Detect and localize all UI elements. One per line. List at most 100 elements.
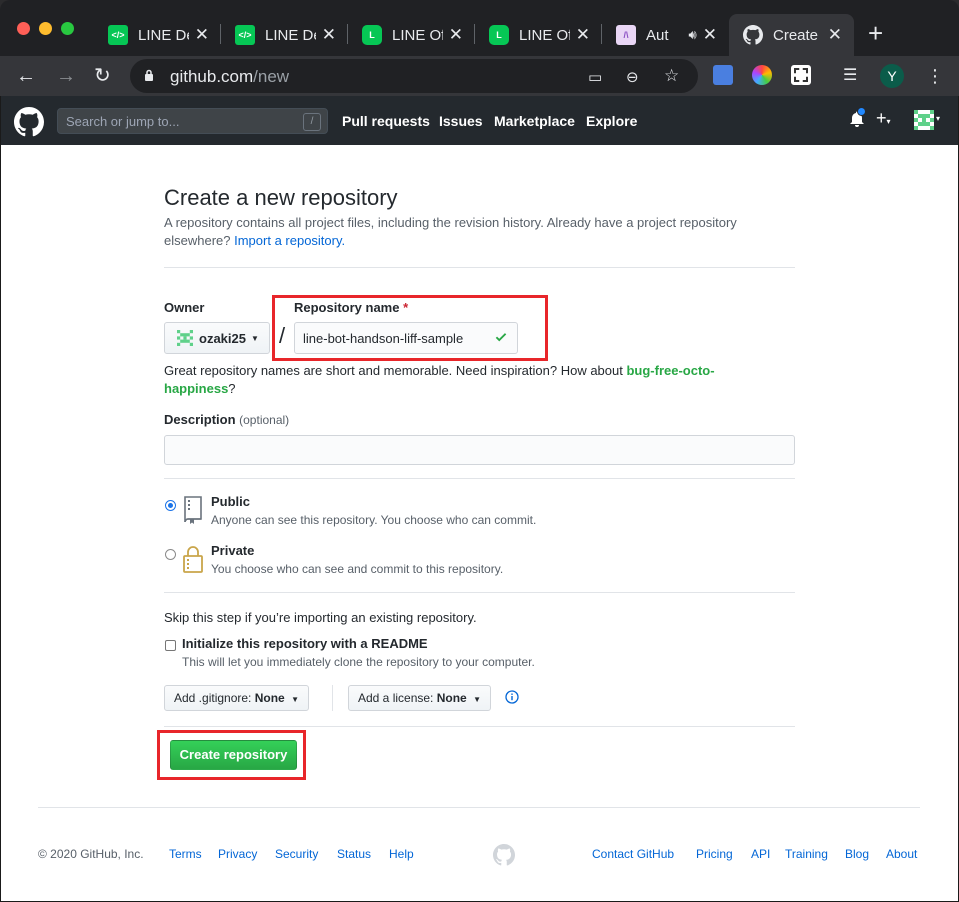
divider-vertical: [332, 685, 333, 711]
repo-name-highlight: [272, 295, 548, 361]
footer-link-blog[interactable]: Blog: [845, 847, 869, 861]
gitignore-select[interactable]: Add .gitignore: None ▼: [164, 685, 309, 711]
page-body: Create a new repository A repository con…: [0, 145, 959, 902]
lock-icon: [145, 69, 153, 81]
footer-link-status[interactable]: Status: [337, 847, 371, 861]
zoom-icon[interactable]: ⊖: [626, 68, 639, 86]
browser-toolbar: ← → ↻ github.com/new ▭ ⊖ ☆ ☰ Y ⋮: [0, 56, 959, 96]
create-button-highlight: [157, 730, 306, 780]
page-subtitle: A repository contains all project files,…: [164, 215, 737, 248]
footer-link-terms[interactable]: Terms: [169, 847, 202, 861]
tab-title: LINE Of: [519, 26, 570, 44]
private-description: You choose who can see and commit to thi…: [211, 562, 504, 576]
notifications-bell-icon[interactable]: [850, 107, 866, 130]
private-radio[interactable]: [165, 549, 176, 560]
nav-issues[interactable]: Issues: [439, 113, 483, 129]
public-description: Anyone can see this repository. You choo…: [211, 513, 537, 527]
private-label[interactable]: Private: [211, 543, 254, 558]
owner-identicon: [177, 330, 193, 346]
info-icon[interactable]: [505, 690, 519, 704]
github-mark-icon[interactable]: [493, 844, 515, 866]
user-avatar[interactable]: [914, 110, 934, 130]
footer-link-privacy[interactable]: Privacy: [218, 847, 257, 861]
description-input[interactable]: [164, 435, 795, 465]
page-title: Create a new repository: [164, 185, 398, 210]
browser-tab-active[interactable]: Create ✕: [729, 14, 854, 56]
close-icon[interactable]: ✕: [322, 25, 336, 45]
footer-link-security[interactable]: Security: [275, 847, 318, 861]
close-icon[interactable]: ✕: [703, 25, 717, 45]
reload-icon[interactable]: ↻: [94, 64, 111, 88]
github-logo-icon[interactable]: [14, 107, 44, 137]
browser-tab[interactable]: L LINE Of ✕: [475, 14, 602, 56]
back-arrow-icon[interactable]: ←: [16, 64, 36, 88]
nav-pull-requests[interactable]: Pull requests: [342, 113, 430, 129]
close-icon[interactable]: ✕: [576, 25, 590, 45]
chevron-down-icon: ▼: [473, 695, 481, 704]
tab-title: LINE De: [138, 26, 189, 44]
browser-tab[interactable]: </> LINE De ✕: [94, 14, 221, 56]
search-placeholder: Search or jump to...: [66, 114, 180, 129]
footer-link-help[interactable]: Help: [389, 847, 414, 861]
browser-tab[interactable]: /\ Aut 🔊︎ ✕: [602, 14, 729, 56]
tab-title: Aut: [646, 26, 669, 44]
repo-book-icon: [184, 496, 202, 524]
line-shield-icon: L: [489, 25, 509, 45]
forward-arrow-icon[interactable]: →: [56, 64, 76, 88]
lock-icon: [183, 546, 203, 573]
profile-avatar[interactable]: Y: [880, 64, 904, 88]
create-new-dropdown[interactable]: +▾: [876, 108, 891, 129]
cast-icon[interactable]: ▭: [588, 68, 602, 86]
code-icon: </>: [235, 25, 255, 45]
aut-icon: /\: [616, 25, 636, 45]
media-controls-icon[interactable]: ☰: [843, 64, 857, 88]
address-bar[interactable]: github.com/new ▭ ⊖ ☆: [130, 59, 698, 93]
line-shield-icon: L: [362, 25, 382, 45]
divider: [164, 267, 795, 268]
owner-name: ozaki25: [199, 330, 246, 346]
url-text: github.com/new: [170, 67, 290, 86]
nav-marketplace[interactable]: Marketplace: [494, 113, 575, 129]
browser-tab[interactable]: </> LINE De ✕: [221, 14, 348, 56]
public-radio[interactable]: [165, 500, 176, 511]
browser-tab[interactable]: L LINE Of ✕: [348, 14, 475, 56]
init-readme-checkbox[interactable]: [165, 640, 176, 651]
close-icon[interactable]: ✕: [195, 25, 209, 45]
owner-select[interactable]: ozaki25 ▼: [164, 322, 270, 354]
footer-link-about[interactable]: About: [886, 847, 917, 861]
divider: [164, 726, 795, 727]
translate-icon[interactable]: [713, 65, 733, 85]
menu-kebab-icon[interactable]: ⋮: [926, 64, 944, 88]
footer-link-training[interactable]: Training: [785, 847, 828, 861]
divider: [164, 592, 795, 593]
github-icon: [743, 25, 763, 45]
github-header: Search or jump to... / Pull requests Iss…: [0, 96, 959, 145]
search-input[interactable]: Search or jump to... /: [57, 108, 328, 134]
public-label[interactable]: Public: [211, 494, 250, 509]
color-picker-icon[interactable]: [752, 65, 772, 85]
footer-link-api[interactable]: API: [751, 847, 770, 861]
browser-tab-bar: </> LINE De ✕ </> LINE De ✕ L LINE Of ✕ …: [0, 0, 959, 56]
nav-explore[interactable]: Explore: [586, 113, 637, 129]
skip-step-text: Skip this step if you’re importing an ex…: [164, 610, 477, 625]
search-shortcut-hint: /: [303, 113, 321, 131]
chevron-down-icon[interactable]: ▾: [936, 114, 940, 123]
close-icon[interactable]: ✕: [449, 25, 463, 45]
minimize-window-button[interactable]: [39, 22, 52, 35]
new-tab-button[interactable]: +: [868, 20, 883, 46]
init-readme-description: This will let you immediately clone the …: [182, 655, 535, 669]
description-label: Description (optional): [164, 412, 290, 427]
bookmark-star-icon[interactable]: ☆: [664, 66, 679, 86]
import-repository-link[interactable]: Import a repository.: [234, 233, 345, 248]
tab-title: LINE Of: [392, 26, 443, 44]
speaker-icon[interactable]: 🔊︎: [689, 27, 697, 43]
close-icon[interactable]: ✕: [828, 25, 842, 45]
divider: [164, 478, 795, 479]
footer-link-contact[interactable]: Contact GitHub: [592, 847, 674, 861]
init-readme-label[interactable]: Initialize this repository with a README: [182, 636, 428, 651]
close-window-button[interactable]: [17, 22, 30, 35]
maximize-window-button[interactable]: [61, 22, 74, 35]
footer-link-pricing[interactable]: Pricing: [696, 847, 733, 861]
license-select[interactable]: Add a license: None ▼: [348, 685, 491, 711]
qr-code-icon[interactable]: [791, 65, 811, 85]
